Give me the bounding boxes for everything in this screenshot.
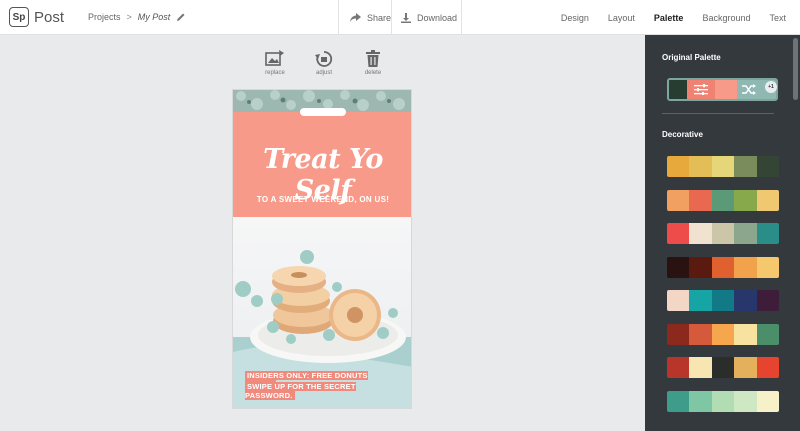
palette-color — [756, 390, 779, 412]
tab-text[interactable]: Text — [769, 13, 786, 23]
palette-option[interactable] — [667, 223, 779, 244]
breadcrumb-projects[interactable]: Projects — [88, 12, 121, 22]
palette-option[interactable] — [667, 290, 779, 311]
download-icon — [401, 12, 411, 23]
divider — [338, 0, 339, 35]
palette-color — [667, 290, 690, 311]
palette-color — [689, 156, 712, 177]
tab-background[interactable]: Background — [702, 13, 750, 23]
palette-color — [689, 357, 712, 378]
replace-label: replace — [265, 70, 285, 76]
palette-color — [667, 323, 690, 345]
palette-color — [711, 223, 735, 244]
orig-color-1 — [669, 80, 687, 99]
palette-color — [756, 256, 779, 278]
palette-color — [689, 189, 712, 211]
palette-color — [689, 223, 712, 244]
trash-icon — [366, 50, 380, 67]
palette-color — [711, 390, 735, 412]
orig-color-2 — [687, 80, 715, 99]
palette-option[interactable] — [667, 189, 779, 211]
adjust-icon — [315, 51, 333, 67]
project-title[interactable]: My Post — [138, 12, 171, 22]
divider — [391, 0, 392, 35]
palette-option[interactable] — [667, 256, 779, 278]
palette-color — [734, 189, 757, 211]
palette-option[interactable] — [667, 156, 779, 177]
adjust-button[interactable]: adjust — [313, 50, 335, 76]
app-logo[interactable]: Sp Post — [9, 7, 64, 27]
caption-line-2-text: SWIPE UP FOR THE SECRET PASSWORD. — [245, 382, 356, 400]
palette-color — [756, 156, 779, 177]
palette-color — [734, 223, 757, 244]
palette-color — [689, 290, 712, 311]
palette-color — [734, 256, 757, 278]
post-canvas[interactable]: Treat Yo Self TO A SWEET WEEKEND, ON US! — [232, 89, 412, 409]
palette-color — [734, 357, 757, 378]
palette-color — [667, 223, 690, 244]
tab-palette[interactable]: Palette — [654, 13, 684, 23]
original-palette-title: Original Palette — [662, 53, 721, 62]
palette-color — [756, 223, 779, 244]
orig-color-3 — [715, 80, 735, 99]
download-button[interactable]: Download — [401, 0, 457, 35]
palette-panel: Original Palette +1 Decorative — [645, 35, 800, 431]
palette-color — [734, 156, 757, 177]
breadcrumb-separator: > — [126, 12, 132, 22]
palette-color — [734, 390, 757, 412]
poster-subhead[interactable]: TO A SWEET WEEKEND, ON US! — [233, 195, 411, 204]
palette-color — [689, 256, 712, 278]
pencil-icon[interactable] — [176, 12, 186, 22]
share-button[interactable]: Share — [350, 0, 391, 35]
palette-color — [667, 156, 690, 177]
palette-color — [667, 189, 690, 211]
palette-color — [734, 323, 757, 345]
app-name: Post — [34, 8, 65, 26]
delete-button[interactable]: delete — [362, 50, 384, 76]
palette-color — [689, 390, 712, 412]
palette-option[interactable] — [667, 390, 779, 412]
palette-option[interactable] — [667, 323, 779, 345]
palette-color — [756, 357, 779, 378]
shuffle-icon — [742, 84, 756, 95]
palette-color — [711, 156, 735, 177]
breadcrumb: Projects > My Post — [88, 12, 186, 22]
palette-color — [711, 256, 735, 278]
decorative-title: Decorative — [662, 130, 703, 139]
top-bar: Sp Post Projects > My Post Share Downloa… — [0, 0, 800, 35]
logo-mark: Sp — [9, 7, 29, 27]
palette-color — [711, 189, 735, 211]
sliders-icon — [694, 84, 708, 95]
palette-color — [667, 256, 690, 278]
palette-color — [689, 323, 712, 345]
panel-scrollbar[interactable] — [793, 38, 798, 100]
palette-color — [756, 189, 779, 211]
palette-color — [711, 323, 735, 345]
replace-button[interactable]: replace — [264, 50, 286, 76]
palette-color — [756, 290, 779, 311]
palette-color — [711, 357, 735, 378]
adjust-label: adjust — [315, 70, 332, 76]
tab-design[interactable]: Design — [561, 13, 589, 23]
palette-option[interactable] — [667, 357, 779, 378]
poster-caption-line-2[interactable]: SWIPE UP FOR THE SECRET PASSWORD. — [245, 382, 401, 400]
download-label: Download — [417, 12, 458, 23]
replace-image-icon — [265, 50, 284, 66]
palette-color — [756, 323, 779, 345]
tab-layout[interactable]: Layout — [608, 13, 635, 23]
drag-handle[interactable] — [300, 108, 346, 116]
panel-divider — [662, 113, 774, 114]
palette-color — [667, 357, 690, 378]
tab-bar: Design Layout Palette Background Text — [561, 0, 786, 35]
palette-color — [711, 290, 735, 311]
original-palette-swatch[interactable] — [667, 78, 778, 101]
palette-color — [667, 390, 690, 412]
palette-color — [734, 290, 757, 311]
delete-label: delete — [364, 70, 382, 76]
divider — [461, 0, 462, 35]
share-arrow-icon — [350, 13, 361, 22]
variant-count-badge[interactable]: +1 — [765, 81, 777, 93]
share-label: Share — [367, 12, 392, 23]
image-toolbar: replace adjust delete — [264, 50, 384, 76]
